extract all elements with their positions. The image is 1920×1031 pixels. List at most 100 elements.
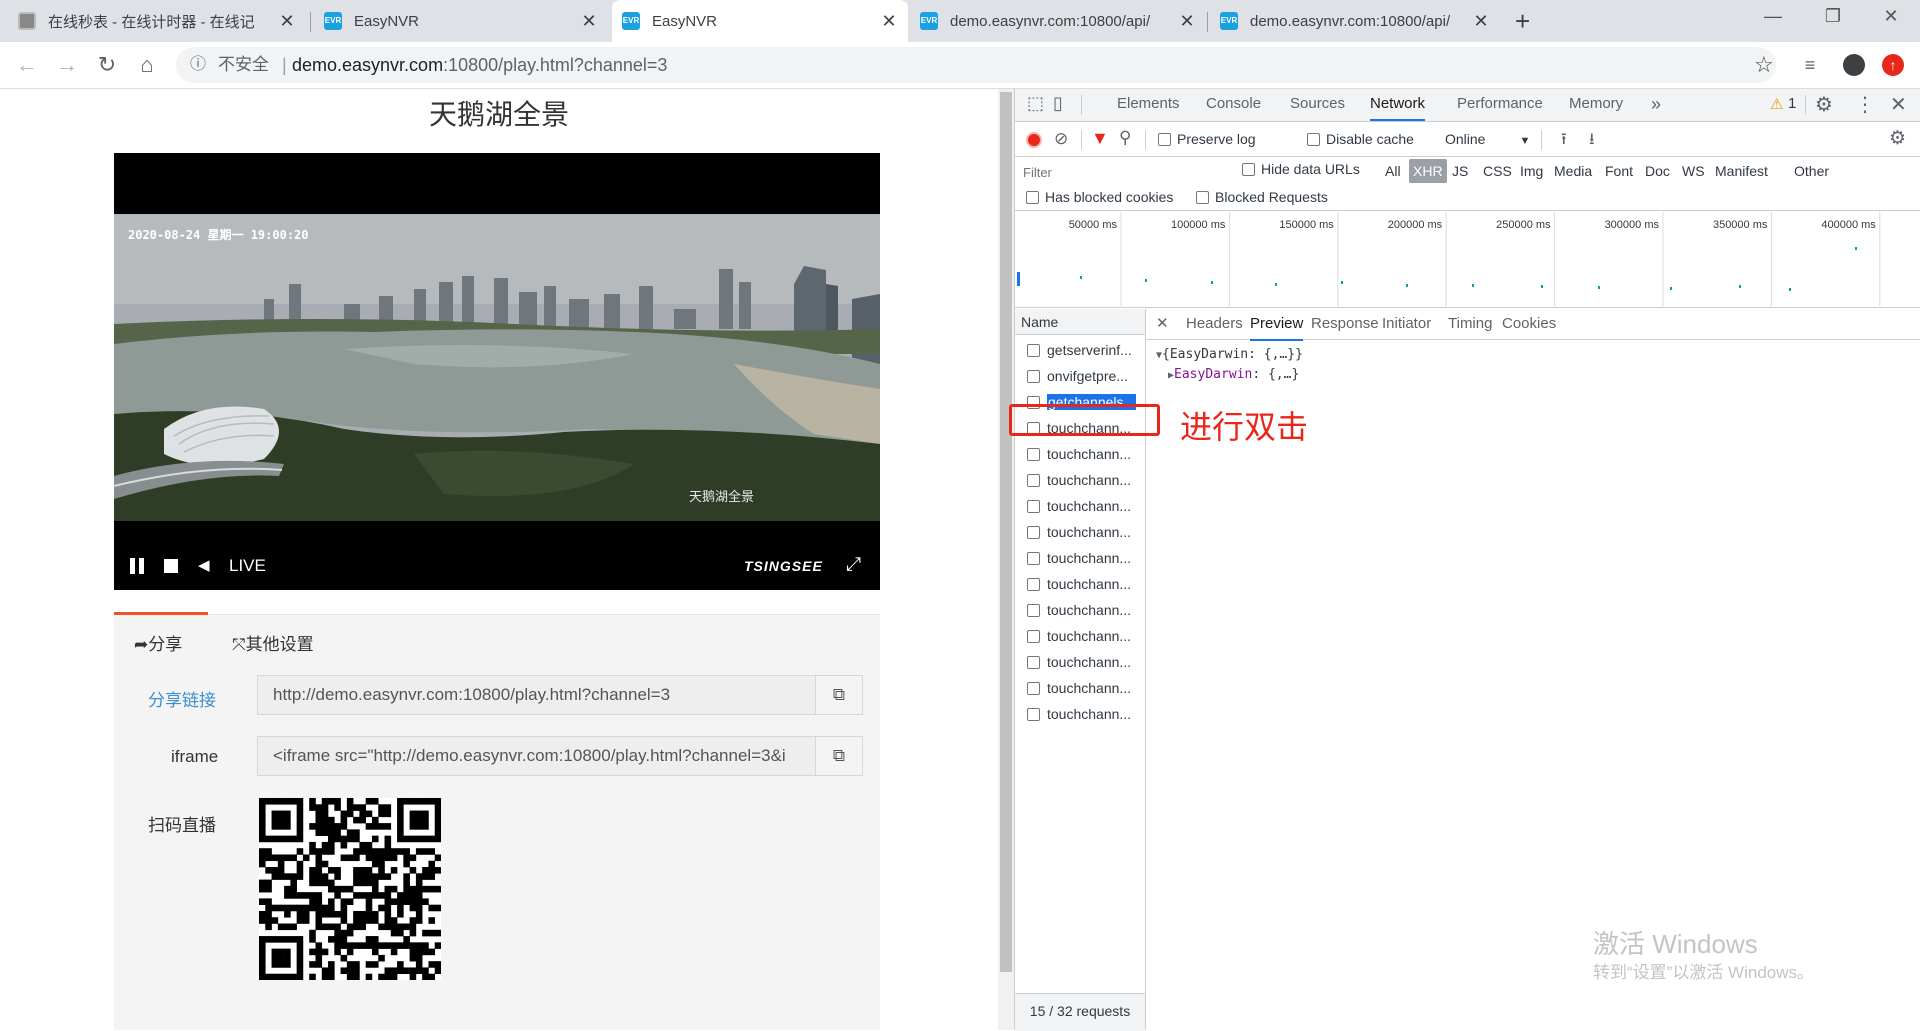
type-filter-media[interactable]: Media [1554, 159, 1592, 183]
close-window-icon[interactable]: ✕ [1868, 6, 1914, 32]
request-row[interactable]: touchchann... [1015, 623, 1145, 649]
request-row[interactable]: touchchann... [1015, 597, 1145, 623]
hide-data-urls-checkbox[interactable]: Hide data URLs [1242, 161, 1360, 177]
browser-tab-api-1[interactable]: EVR demo.easynvr.com:10800/api/ ✕ [910, 0, 1206, 42]
request-row[interactable]: touchchann... [1015, 519, 1145, 545]
request-row[interactable]: touchchann... [1015, 571, 1145, 597]
copy-share-link-button[interactable]: ⧉ [815, 675, 863, 715]
request-row[interactable]: touchchann... [1015, 493, 1145, 519]
new-tab-plus-icon[interactable]: + [1515, 6, 1530, 37]
tab-initiator[interactable]: Initiator [1382, 309, 1431, 339]
browser-tab-easynvr-1[interactable]: EVR EasyNVR ✕ [314, 0, 608, 42]
request-row[interactable]: touchchann... [1015, 441, 1145, 467]
import-har-icon[interactable]: ⭱ [1561, 128, 1567, 155]
preserve-log-checkbox[interactable]: Preserve log [1158, 131, 1256, 147]
browser-tab-stopwatch[interactable]: 在线秒表 - 在线计时器 - 在线记 ✕ [8, 0, 306, 42]
security-label[interactable]: 不安全 [218, 47, 269, 83]
close-tab-icon[interactable]: ✕ [880, 11, 898, 32]
bookmark-star-icon[interactable]: ☆ [1754, 47, 1774, 83]
minimize-window-icon[interactable]: — [1750, 6, 1796, 32]
close-tab-icon[interactable]: ✕ [1472, 11, 1490, 32]
tab-memory[interactable]: Memory [1569, 89, 1623, 119]
stop-icon[interactable] [164, 559, 178, 573]
info-icon[interactable]: ⓘ [190, 47, 206, 83]
search-icon[interactable]: ⚲ [1119, 128, 1131, 148]
network-settings-gear-icon[interactable]: ⚙ [1889, 127, 1906, 150]
inspect-element-icon[interactable]: ⬚ [1027, 93, 1044, 114]
record-icon[interactable] [1026, 132, 1042, 148]
type-filter-js[interactable]: JS [1452, 159, 1468, 183]
more-tabs-icon[interactable]: » [1651, 89, 1661, 119]
tab-console[interactable]: Console [1206, 89, 1261, 119]
type-filter-css[interactable]: CSS [1483, 159, 1512, 183]
request-row[interactable]: touchchann... [1015, 545, 1145, 571]
reload-icon[interactable]: ↻ [92, 50, 122, 80]
tab-sources[interactable]: Sources [1290, 89, 1345, 119]
tab-other-settings[interactable]: ⤧其他设置 [232, 630, 314, 655]
request-row[interactable]: onvifgetpre... [1015, 363, 1145, 389]
copy-iframe-button[interactable]: ⧉ [815, 736, 863, 776]
disable-cache-checkbox[interactable]: Disable cache [1307, 131, 1414, 147]
has-blocked-cookies-checkbox[interactable]: Has blocked cookies [1026, 189, 1173, 205]
pause-icon[interactable] [130, 558, 146, 574]
filter-input[interactable] [1021, 160, 1225, 184]
tab-network[interactable]: Network [1370, 89, 1426, 121]
forward-arrow-icon[interactable]: → [52, 50, 82, 80]
profile-avatar-icon[interactable] [1843, 54, 1865, 76]
preview-child-row[interactable]: ▶EasyDarwin: {,…} [1168, 367, 1299, 382]
type-filter-other[interactable]: Other [1794, 159, 1829, 183]
blocked-requests-checkbox[interactable]: Blocked Requests [1196, 189, 1328, 205]
request-row[interactable]: touchchann... [1015, 675, 1145, 701]
tab-timing[interactable]: Timing [1448, 309, 1492, 339]
share-link-input[interactable]: http://demo.easynvr.com:10800/play.html?… [257, 675, 817, 715]
type-filter-doc[interactable]: Doc [1645, 159, 1670, 183]
url-text[interactable]: demo.easynvr.com:10800/play.html?channel… [292, 47, 667, 83]
tab-headers[interactable]: Headers [1186, 309, 1243, 339]
warning-icon[interactable]: ⚠ [1770, 95, 1783, 113]
filter-funnel-icon[interactable]: ▼ [1091, 128, 1109, 149]
request-row[interactable]: touchchann... [1015, 467, 1145, 493]
preview-root-row[interactable]: ▼{EasyDarwin: {,…}} [1156, 347, 1303, 362]
tab-performance[interactable]: Performance [1457, 89, 1543, 119]
iframe-input[interactable]: <iframe src="http://demo.easynvr.com:108… [257, 736, 817, 776]
volume-icon[interactable]: ◀ [198, 556, 210, 574]
type-filter-ws[interactable]: WS [1682, 159, 1705, 183]
warning-count[interactable]: 1 [1788, 95, 1796, 112]
close-tab-icon[interactable]: ✕ [1178, 11, 1196, 32]
browser-tab-api-2[interactable]: EVR demo.easynvr.com:10800/api/ ✕ [1210, 0, 1500, 42]
close-detail-icon[interactable]: ✕ [1156, 314, 1169, 332]
close-tab-icon[interactable]: ✕ [580, 11, 598, 32]
request-row[interactable]: touchchann... [1015, 701, 1145, 727]
settings-gear-icon[interactable]: ⚙ [1815, 92, 1833, 117]
tab-preview[interactable]: Preview [1250, 309, 1304, 341]
type-filter-all[interactable]: All [1385, 159, 1401, 183]
media-queue-icon[interactable]: ≡ [1795, 50, 1825, 80]
request-row[interactable]: getserverinf... [1015, 337, 1145, 363]
tab-cookies[interactable]: Cookies [1502, 309, 1556, 339]
device-toolbar-icon[interactable]: ▯ [1053, 93, 1063, 114]
fullscreen-icon[interactable]: ⤢ [846, 554, 861, 576]
scrollbar-thumb[interactable] [1000, 92, 1012, 972]
address-bar[interactable]: ⓘ 不安全 | demo.easynvr.com:10800/play.html… [176, 47, 1776, 83]
video-player[interactable]: 2020-08-24 星期一 19:00:20 天鹅湖全景 ◀ LIVE TSI… [114, 153, 880, 590]
more-options-icon[interactable]: ⋮ [1855, 92, 1875, 117]
throttle-select[interactable]: Online ▼ [1445, 131, 1530, 147]
type-filter-img[interactable]: Img [1520, 159, 1543, 183]
type-filter-font[interactable]: Font [1605, 159, 1633, 183]
close-devtools-icon[interactable]: ✕ [1890, 92, 1907, 117]
tab-share[interactable]: ➦分享 [134, 630, 182, 655]
network-overview[interactable]: 50000 ms 100000 ms 150000 ms 200000 ms 25000… [1015, 212, 1920, 308]
type-filter-xhr[interactable]: XHR [1409, 159, 1447, 183]
close-tab-icon[interactable]: ✕ [278, 11, 296, 32]
browser-tab-easynvr-active[interactable]: EVR EasyNVR ✕ [612, 0, 908, 42]
export-har-icon[interactable]: ⭳ [1589, 128, 1595, 155]
back-arrow-icon[interactable]: ← [12, 50, 42, 80]
tab-elements[interactable]: Elements [1117, 89, 1180, 119]
home-icon[interactable]: ⌂ [132, 50, 162, 80]
tab-response[interactable]: Response [1311, 309, 1379, 339]
request-row[interactable]: touchchann... [1015, 649, 1145, 675]
type-filter-manifest[interactable]: Manifest [1715, 159, 1768, 183]
name-column-header[interactable]: Name [1015, 309, 1145, 335]
update-icon[interactable]: ↑ [1882, 54, 1904, 76]
clear-icon[interactable]: ⊘ [1054, 129, 1068, 149]
